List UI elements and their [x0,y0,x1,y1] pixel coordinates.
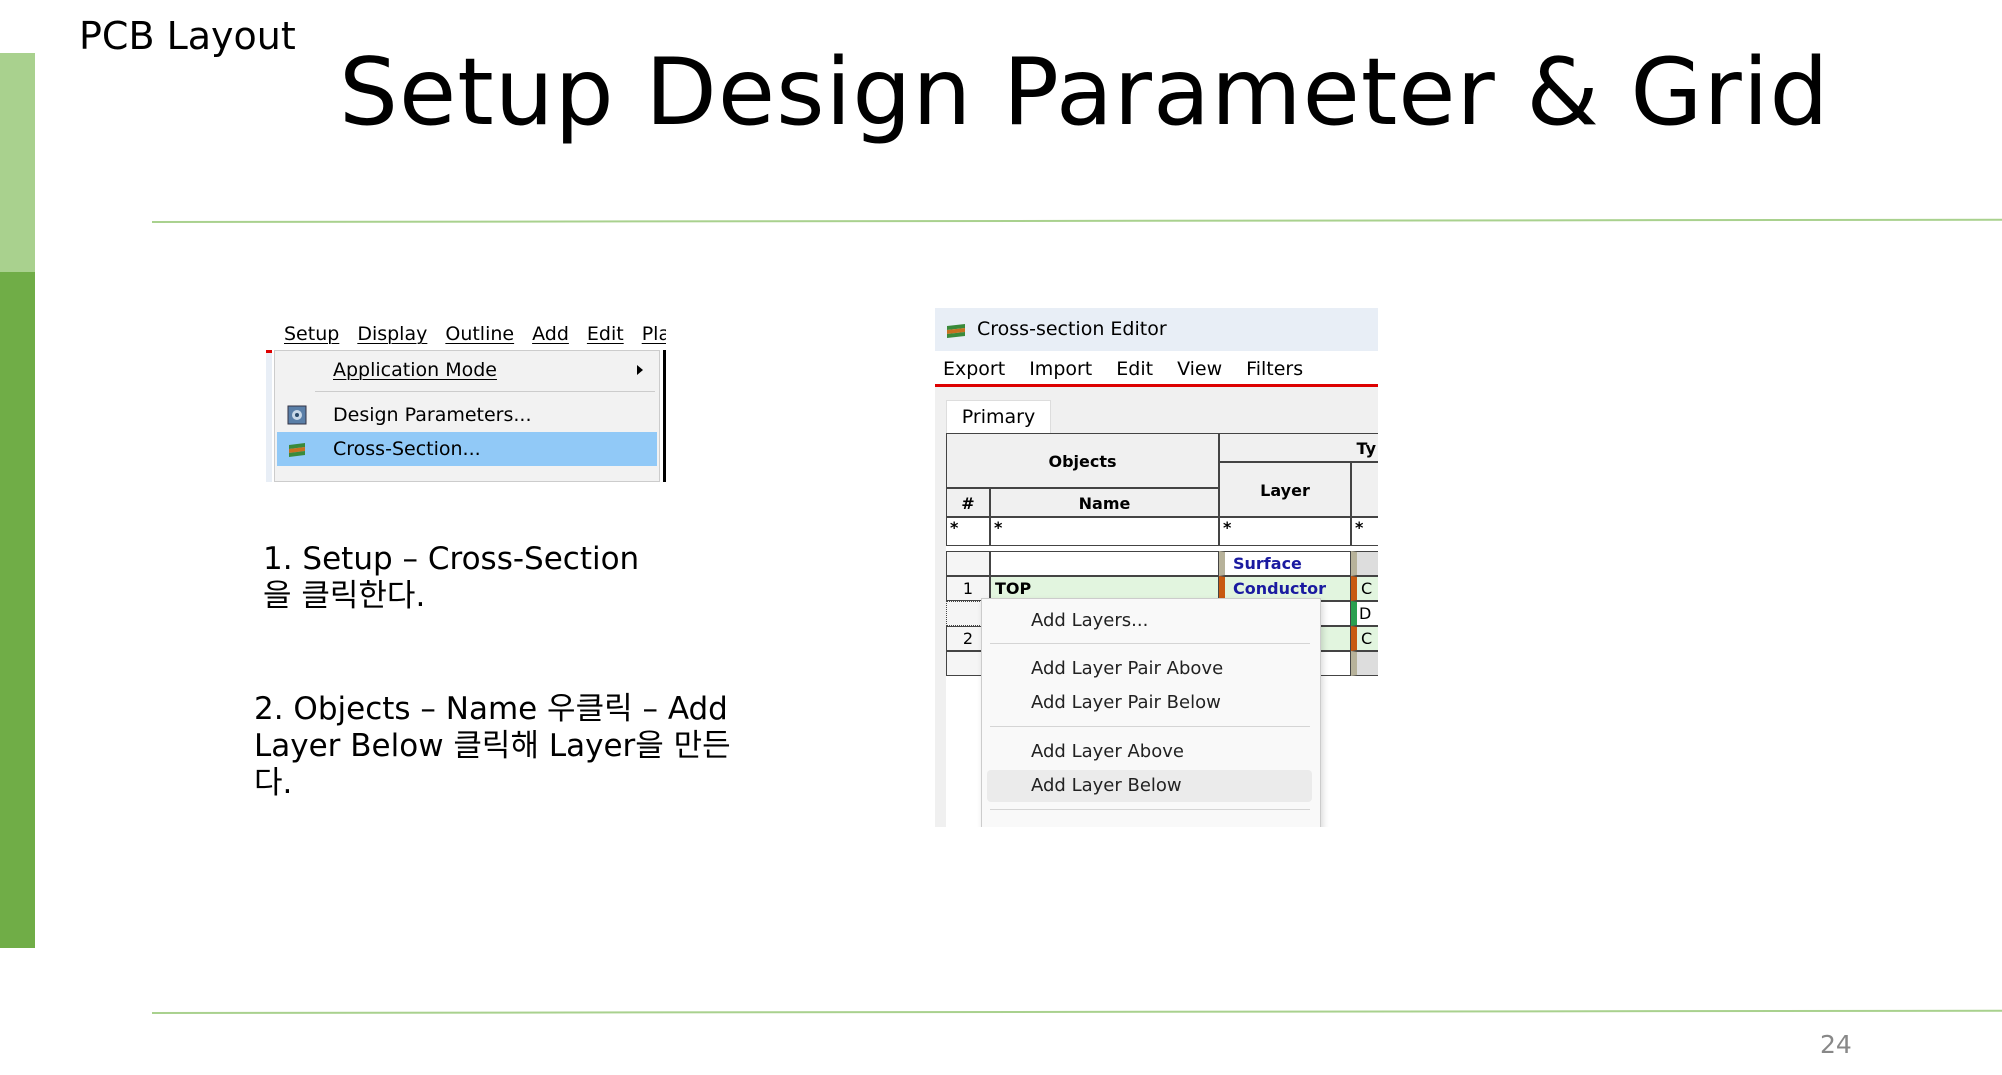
window-title-bar: Cross-section Editor [935,308,1378,351]
row-1-type: C [1351,576,1378,601]
menu-setup[interactable]: Setup [284,323,339,345]
page-number: 24 [1820,1030,1852,1059]
menu-place[interactable]: Pla [642,323,666,345]
window-title: Cross-section Editor [977,318,1167,340]
step-2-text: 2. Objects – Name 우클릭 – Add Layer Below … [254,691,731,801]
context-item-add-layers[interactable]: Add Layers... [987,605,1312,637]
row-2-type: C [1351,626,1378,651]
row-surface-layer: Surface [1219,551,1351,576]
row-surface-type [1351,551,1378,576]
row-surface-num [946,551,990,576]
window-edge [266,353,272,482]
filter-name[interactable]: * [990,517,1219,546]
editor-menu-bar: Export Import Edit View Filters [935,351,1378,387]
context-separator [990,726,1310,727]
accent-bar-top [0,53,35,272]
row-dielectric-type: D [1351,601,1378,626]
cross-section-icon [289,443,305,457]
section-label: PCB Layout [79,14,296,58]
menu-export[interactable]: Export [943,351,1005,384]
context-separator [990,809,1310,810]
menu-display[interactable]: Display [357,323,427,345]
menu-add[interactable]: Add [532,323,569,345]
menu-filters[interactable]: Filters [1246,351,1303,384]
header-number: # [946,488,990,517]
tab-primary[interactable]: Primary [946,400,1051,433]
menu-item-cross-section[interactable]: Cross-Section... [277,432,657,466]
filter-number[interactable]: * [946,517,990,546]
cross-section-icon [947,324,965,338]
menu-item-design-parameters[interactable]: Design Parameters... [277,398,657,432]
accent-bar-bottom [0,272,35,948]
step-1-text: 1. Setup – Cross-Section 을 클릭한다. [263,541,640,614]
divider-bottom [151,1009,2002,1014]
context-item-add-layer-pair-below[interactable]: Add Layer Pair Below [987,687,1312,719]
filter-layer[interactable]: * [1219,517,1351,546]
filter-type[interactable]: * [1351,517,1378,546]
menu-outline[interactable]: Outline [445,323,514,345]
slide-title: Setup Design Parameter & Grid [339,38,1830,146]
cross-section-editor-screenshot: Cross-section Editor Export Import Edit … [935,308,1378,827]
header-objects: Objects [946,433,1219,488]
divider-top [151,218,2002,223]
menu-separator [315,391,655,392]
menu-edit[interactable]: Edit [587,323,624,345]
menu-item-application-mode[interactable]: Application Mode [277,353,657,387]
menu-import[interactable]: Import [1029,351,1092,384]
header-type-sub [1351,462,1378,517]
context-menu: Add Layers... Add Layer Pair Above Add L… [981,598,1321,827]
header-name[interactable]: Name [990,488,1219,517]
submenu-arrow-icon [637,365,643,375]
menu-edit[interactable]: Edit [1116,351,1153,384]
header-layer: Layer [1219,462,1351,517]
context-separator [990,643,1310,644]
context-item-add-layer-below[interactable]: Add Layer Below [987,770,1312,802]
row-surface-name[interactable] [990,551,1219,576]
window-edge-right [663,350,666,482]
menu-view[interactable]: View [1177,351,1222,384]
setup-dropdown: Application Mode Design Parameters... Cr… [274,350,660,482]
design-parameters-icon [287,405,307,425]
header-type: Ty [1219,433,1378,462]
row-empty-type [1351,651,1378,676]
setup-menu-screenshot: Setup Display Outline Add Edit Pla Appli… [266,318,666,482]
context-item-add-layer-pair-above[interactable]: Add Layer Pair Above [987,653,1312,685]
context-item-add-layer-above[interactable]: Add Layer Above [987,736,1312,768]
menu-bar: Setup Display Outline Add Edit Pla [266,318,666,350]
